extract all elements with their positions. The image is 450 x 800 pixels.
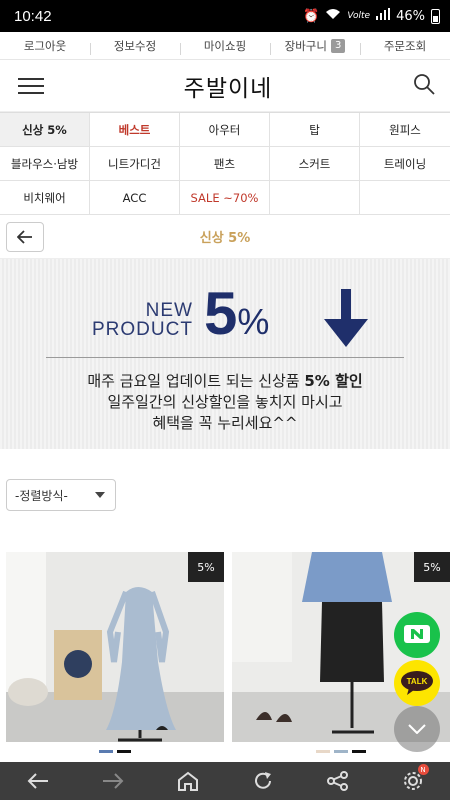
product-image[interactable]: 5% — [6, 552, 224, 742]
page-title: 신상 5% — [199, 231, 251, 246]
home-icon — [177, 771, 198, 791]
status-time: 10:42 — [14, 7, 52, 25]
volte-label: Volte — [347, 11, 371, 21]
swatch — [316, 750, 330, 753]
battery-percent: 46% — [396, 8, 425, 24]
banner-divider — [46, 357, 404, 358]
arrow-down-icon — [324, 289, 368, 347]
arrow-left-icon — [27, 773, 48, 789]
product-grid: 5% 5% — [6, 552, 450, 753]
share-icon — [326, 771, 348, 791]
category-knit[interactable]: 니트가디건 — [90, 147, 180, 181]
category-acc[interactable]: ACC — [90, 181, 180, 215]
category-top[interactable]: 탑 — [270, 113, 360, 147]
category-onepiece[interactable]: 원피스 — [360, 113, 450, 147]
kakao-talk-icon: TALK — [401, 671, 433, 695]
category-blouse[interactable]: 블라우스·남방 — [0, 147, 90, 181]
category-training[interactable]: 트레이닝 — [360, 147, 450, 181]
battery-icon — [431, 8, 440, 24]
chevron-down-icon — [408, 724, 426, 734]
notification-badge: N — [417, 764, 429, 775]
cart-count-badge: 3 — [330, 38, 346, 53]
svg-text:TALK: TALK — [407, 677, 428, 686]
swatch — [99, 750, 113, 753]
banner-copy: 매주 금요일 업데이트 되는 신상품 5% 할인 일주일간의 신상할인을 놓치지… — [87, 372, 363, 432]
caret-down-icon — [95, 492, 105, 498]
category-new[interactable]: 신상 5% — [0, 113, 90, 147]
swatch — [117, 750, 131, 753]
naver-talk-button[interactable] — [394, 612, 440, 658]
banner-new-product: NEW PRODUCT — [92, 300, 193, 340]
arrow-right-icon — [102, 773, 123, 789]
browser-forward-button[interactable] — [93, 773, 133, 789]
product-card[interactable]: 5% — [6, 552, 224, 753]
nav-order-lookup[interactable]: 주문조회 — [360, 38, 450, 55]
category-grid: 신상 5% 베스트 아우터 탑 원피스 블라우스·남방 니트가디건 팬츠 스커트… — [0, 112, 450, 215]
color-swatches — [6, 742, 224, 753]
category-empty — [270, 181, 360, 215]
category-empty — [360, 181, 450, 215]
discount-badge: 5% — [188, 552, 224, 582]
search-icon[interactable] — [412, 72, 436, 100]
category-sale[interactable]: SALE ~70% — [180, 181, 270, 215]
signal-icon — [376, 8, 391, 24]
logo[interactable]: 주발이네 — [184, 69, 273, 103]
swatch — [352, 750, 366, 753]
promo-banner: NEW PRODUCT 5% 매주 금요일 업데이트 되는 신상품 5% 할인 … — [0, 259, 450, 449]
home-button[interactable] — [168, 771, 208, 791]
category-skirt[interactable]: 스커트 — [270, 147, 360, 181]
category-outer[interactable]: 아우터 — [180, 113, 270, 147]
refresh-icon — [254, 772, 271, 789]
alarm-icon: ⏰ — [303, 8, 320, 24]
category-pants[interactable]: 팬츠 — [180, 147, 270, 181]
back-button[interactable] — [6, 222, 44, 252]
status-bar: 10:42 ⏰ Volte 46% — [0, 0, 450, 32]
top-nav: 로그아웃 정보수정 마이쇼핑 장바구니 3 주문조회 — [0, 32, 450, 60]
nav-logout[interactable]: 로그아웃 — [0, 38, 90, 54]
settings-button[interactable]: N — [393, 764, 433, 792]
nav-edit-info[interactable]: 정보수정 — [90, 38, 180, 55]
share-button[interactable] — [318, 771, 358, 791]
banner-percent: 5% — [204, 280, 270, 347]
title-bar: 신상 5% — [0, 215, 450, 259]
scroll-down-button[interactable] — [394, 706, 440, 752]
sort-select[interactable]: -정렬방식- — [6, 479, 116, 511]
refresh-button[interactable] — [243, 770, 283, 792]
nav-cart[interactable]: 장바구니 3 — [270, 38, 360, 55]
browser-back-button[interactable] — [18, 773, 58, 789]
arrow-left-icon — [17, 230, 32, 244]
swatch — [334, 750, 348, 753]
category-best[interactable]: 베스트 — [90, 113, 180, 147]
header: 주발이네 — [0, 60, 450, 112]
nav-my-shopping[interactable]: 마이쇼핑 — [180, 38, 270, 55]
menu-icon[interactable] — [18, 77, 44, 94]
discount-badge: 5% — [414, 552, 450, 582]
browser-toolbar: N — [0, 762, 450, 800]
naver-icon — [404, 625, 430, 643]
wifi-icon — [325, 8, 341, 24]
category-beachwear[interactable]: 비치웨어 — [0, 181, 90, 215]
kakao-talk-button[interactable]: TALK — [394, 660, 440, 706]
